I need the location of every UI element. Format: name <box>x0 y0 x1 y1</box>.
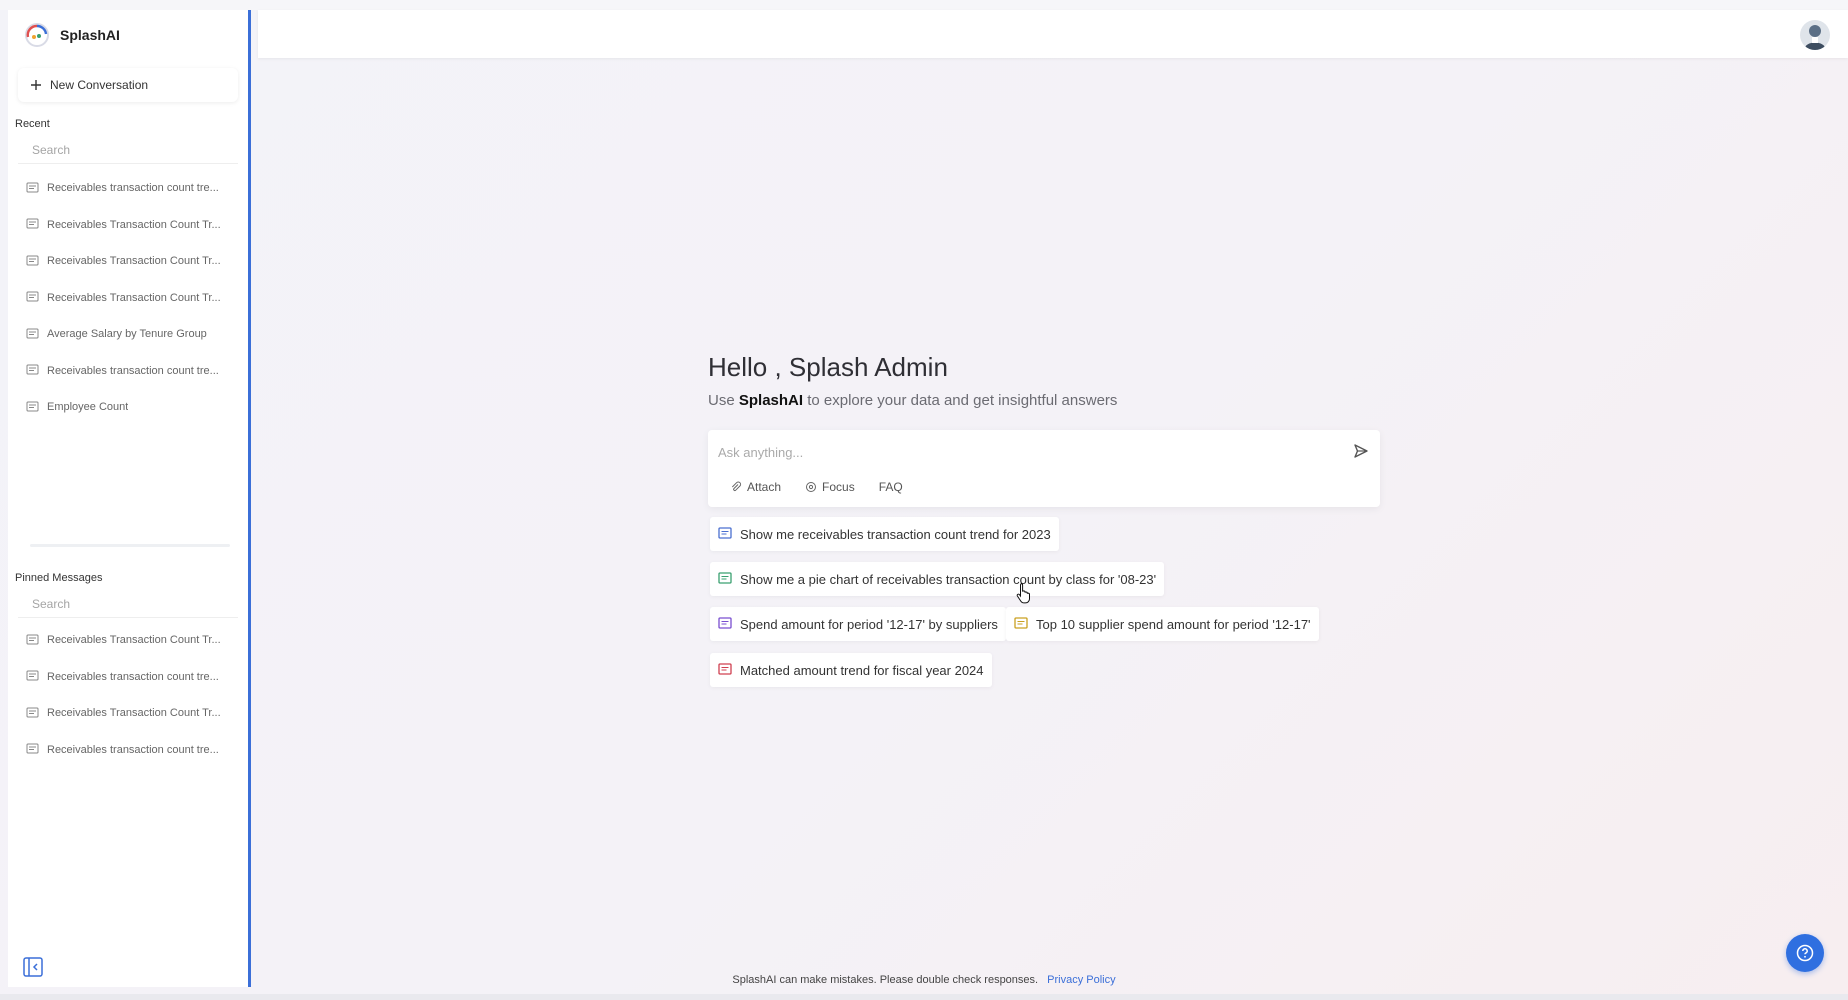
chat-icon <box>26 743 39 754</box>
list-item[interactable]: Average Salary by Tenure Group <box>26 316 236 353</box>
pinned-search[interactable] <box>18 592 238 618</box>
paperclip-icon <box>731 481 742 492</box>
suggestion-chip[interactable]: Spend amount for period '12-17' by suppl… <box>710 607 1006 641</box>
chat-icon <box>26 328 39 339</box>
send-icon[interactable] <box>1352 442 1370 460</box>
list-item[interactable]: Receivables Transaction Count Tr... <box>26 280 236 317</box>
list-item-label: Average Salary by Tenure Group <box>47 328 207 341</box>
app-name: SplashAI <box>60 27 120 43</box>
pinned-list: Receivables Transaction Count Tr... Rece… <box>26 622 236 768</box>
disclaimer-text: SplashAI can make mistakes. Please doubl… <box>732 974 1039 986</box>
faq-label: FAQ <box>878 480 903 494</box>
chat-icon <box>26 634 39 645</box>
recent-title: Recent <box>15 118 50 130</box>
list-item-label: Receivables Transaction Count Tr... <box>47 255 221 268</box>
chat-icon <box>718 572 732 584</box>
suggestion-chip[interactable]: Show me receivables transaction count tr… <box>710 517 1059 551</box>
sidebar-scrollbar[interactable] <box>30 544 230 547</box>
recent-search-input[interactable] <box>30 142 230 158</box>
chat-icon <box>718 527 732 539</box>
faq-button[interactable]: FAQ <box>871 478 911 496</box>
footer: SplashAI can make mistakes. Please doubl… <box>0 974 1848 986</box>
suggestion-label: Spend amount for period '12-17' by suppl… <box>740 616 998 632</box>
list-item-label: Receivables Transaction Count Tr... <box>47 291 221 304</box>
chat-icon <box>26 670 39 681</box>
attach-button[interactable]: Attach <box>722 478 789 496</box>
list-item[interactable]: Receivables Transaction Count Tr... <box>26 243 236 280</box>
ask-input[interactable] <box>716 440 1320 464</box>
chat-icon <box>26 291 39 302</box>
pinned-title: Pinned Messages <box>15 572 103 584</box>
ask-toolbar: Attach Focus FAQ <box>722 478 911 496</box>
splashai-logo-icon <box>25 23 49 47</box>
chat-icon <box>26 182 39 193</box>
suggestion-chip[interactable]: Top 10 supplier spend amount for period … <box>1006 607 1319 641</box>
recent-search[interactable] <box>18 138 238 164</box>
sidebar: SplashAI New Conversation Recent Receiva… <box>8 10 251 987</box>
list-item[interactable]: Receivables transaction count tre... <box>26 732 236 769</box>
suggestion-label: Show me receivables transaction count tr… <box>740 526 1051 542</box>
list-item-label: Employee Count <box>47 401 129 414</box>
chat-icon <box>26 707 39 718</box>
ask-box: Attach Focus FAQ <box>708 430 1380 507</box>
chat-icon <box>26 255 39 266</box>
list-item-label: Receivables transaction count tre... <box>47 743 219 756</box>
focus-label: Focus <box>822 480 855 494</box>
list-item-label: Receivables Transaction Count Tr... <box>47 218 221 231</box>
pinned-search-input[interactable] <box>30 596 230 612</box>
list-item-label: Receivables Transaction Count Tr... <box>47 707 221 720</box>
user-avatar[interactable] <box>1800 20 1830 50</box>
suggestion-chip[interactable]: Matched amount trend for fiscal year 202… <box>710 653 992 687</box>
chat-icon <box>1014 617 1028 629</box>
list-item[interactable]: Employee Count <box>26 389 236 426</box>
question-icon <box>1796 944 1814 962</box>
greeting-subtitle: Use SplashAI to explore your data and ge… <box>708 392 1117 409</box>
chat-icon <box>26 218 39 229</box>
recent-list: Receivables transaction count tre... Rec… <box>26 170 236 426</box>
chat-icon <box>718 617 732 629</box>
subtitle-prefix: Use <box>708 392 735 409</box>
new-conversation-label: New Conversation <box>50 78 149 92</box>
list-item-label: Receivables transaction count tre... <box>47 182 219 195</box>
list-item[interactable]: Receivables transaction count tre... <box>26 353 236 390</box>
window-top-strip <box>0 0 1848 10</box>
hand-cursor-icon <box>1016 583 1030 604</box>
subtitle-suffix: to explore your data and get insightful … <box>807 392 1118 409</box>
suggestion-label: Top 10 supplier spend amount for period … <box>1036 616 1311 632</box>
list-item[interactable]: Receivables Transaction Count Tr... <box>26 695 236 732</box>
list-item[interactable]: Receivables Transaction Count Tr... <box>26 207 236 244</box>
brand[interactable]: SplashAI <box>24 22 120 48</box>
suggestion-label: Show me a pie chart of receivables trans… <box>740 571 1157 587</box>
chat-icon <box>26 364 39 375</box>
focus-button[interactable]: Focus <box>797 478 863 496</box>
plus-icon <box>31 80 41 90</box>
suggestion-label: Matched amount trend for fiscal year 202… <box>740 662 984 678</box>
list-item[interactable]: Receivables transaction count tre... <box>26 170 236 207</box>
top-bar <box>258 10 1848 58</box>
privacy-policy-link[interactable]: Privacy Policy <box>1047 974 1115 986</box>
list-item-label: Receivables transaction count tre... <box>47 364 219 377</box>
help-button[interactable] <box>1786 934 1824 972</box>
chat-icon <box>26 401 39 412</box>
list-item[interactable]: Receivables transaction count tre... <box>26 659 236 696</box>
greeting-title: Hello , Splash Admin <box>708 352 948 382</box>
attach-label: Attach <box>747 480 782 494</box>
chat-icon <box>718 663 732 675</box>
window-bottom-strip <box>0 994 1848 1000</box>
new-conversation-button[interactable]: New Conversation <box>18 68 238 102</box>
list-item-label: Receivables transaction count tre... <box>47 670 219 683</box>
user-avatar-icon <box>1804 25 1826 50</box>
focus-icon <box>806 482 817 492</box>
subtitle-brand: SplashAI <box>738 392 804 409</box>
list-item[interactable]: Receivables Transaction Count Tr... <box>26 622 236 659</box>
list-item-label: Receivables Transaction Count Tr... <box>47 634 221 647</box>
suggestion-chip[interactable]: Show me a pie chart of receivables trans… <box>710 562 1165 596</box>
